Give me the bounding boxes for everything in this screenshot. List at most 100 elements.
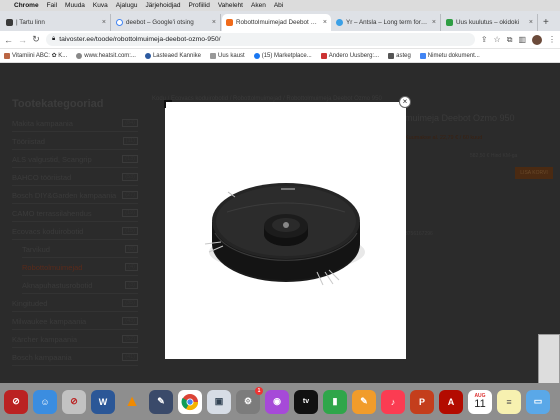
bookmark-item[interactable]: Nimetu dokument... xyxy=(419,52,480,59)
bookmark-favicon xyxy=(320,52,327,59)
menubar-item-profiles[interactable]: Profiilid xyxy=(189,2,210,9)
forward-icon[interactable]: → xyxy=(18,35,27,45)
category-label: Bosch kampaania xyxy=(12,352,72,362)
url-text: taivoster.ee/toode/robottolmuimeja-deebo… xyxy=(59,36,221,43)
category-item[interactable]: Milwaukee kampaania (43) xyxy=(12,313,138,330)
bookmark-item[interactable]: Andero Uusberg:... xyxy=(320,52,379,59)
podcasts-icon[interactable]: ◉ xyxy=(265,389,289,414)
tab-title: Yr – Antsla – Long term forecast xyxy=(346,19,429,26)
category-item[interactable]: ALS valgustid, Scangrip (13) xyxy=(12,151,138,168)
bookmark-item[interactable]: www.heatsit.com:... xyxy=(76,52,136,59)
vlc-icon[interactable]: ▲ xyxy=(120,390,144,414)
add-to-cart-button[interactable]: LISA KORVI xyxy=(515,167,553,179)
category-item[interactable]: Tarvikud (8) xyxy=(22,241,138,258)
menu-dots-icon[interactable]: ⋮ xyxy=(548,35,556,44)
menubar-item-window[interactable]: Aken xyxy=(251,2,266,9)
category-count: (15) xyxy=(122,227,138,235)
category-label: Tööriistad xyxy=(12,136,45,146)
back-icon[interactable]: ← xyxy=(4,35,13,45)
share-icon[interactable]: ⇪ xyxy=(481,35,488,44)
category-label: BAHCO tööriistad xyxy=(12,172,72,182)
installment-text: Kuumakse al. 22,79 € / 60 kuud xyxy=(405,135,483,141)
tab-robottolmuimejad[interactable]: Robottolmuimejad Deebot Ozmo 950 × xyxy=(222,14,331,31)
tab-google-search[interactable]: deebot – Google'i otsing × xyxy=(112,14,221,31)
bookmark-star-icon[interactable]: ☆ xyxy=(494,35,501,44)
category-count: (43) xyxy=(122,317,138,325)
category-count: (27) xyxy=(122,191,138,199)
category-item[interactable]: Kärcher kampaania (52) xyxy=(12,331,138,348)
category-item[interactable]: Aknapuhastusrobotid (3) xyxy=(22,277,138,294)
numbers-icon[interactable]: ▮ xyxy=(323,389,347,414)
menubar-item-help[interactable]: Abi xyxy=(274,2,283,9)
category-label: Ecovacs koduirobotid xyxy=(12,226,84,236)
profile-avatar[interactable] xyxy=(532,34,542,45)
bookmark-item[interactable]: asteg xyxy=(388,52,411,59)
side-panel-icon[interactable]: ▥ xyxy=(518,35,526,44)
bookmark-item[interactable]: Vitamiini ABC: ✿ K... xyxy=(4,52,67,59)
category-item[interactable]: Kingituded (35) xyxy=(12,295,138,312)
category-label: Bosch DIY&Garden kampaania xyxy=(12,190,117,200)
bookmark-label: Uus kaust xyxy=(218,52,245,59)
preview-icon[interactable]: ▣ xyxy=(207,389,231,414)
trash-icon[interactable]: 🗑︎ xyxy=(555,390,560,414)
menubar-app-name[interactable]: Chrome xyxy=(14,2,39,9)
finder-icon[interactable]: ☺ xyxy=(33,389,57,414)
tab-close-icon[interactable]: × xyxy=(102,19,106,26)
bookmark-label: www.heatsit.com:... xyxy=(84,52,136,59)
bookmark-item[interactable]: (15) Marketplace... xyxy=(253,52,312,59)
mac-menubar: Chrome Fail Muuda Kuva Ajalugu Järjehoid… xyxy=(0,0,560,11)
tab-yr-forecast[interactable]: Yr – Antsla – Long term forecast × xyxy=(332,14,441,31)
music-icon[interactable]: ♪ xyxy=(381,389,405,414)
utility-icon[interactable]: ✎ xyxy=(149,389,173,414)
pages-icon[interactable]: ✎ xyxy=(352,389,376,414)
tab-close-icon[interactable]: × xyxy=(323,19,327,26)
extensions-icon[interactable]: ⧉ xyxy=(507,35,513,45)
menubar-item-view[interactable]: Kuva xyxy=(93,2,108,9)
category-count: (11) xyxy=(122,137,138,145)
menubar-item-bookmarks[interactable]: Järjehoidjad xyxy=(145,2,180,9)
category-label: Tarvikud xyxy=(22,244,50,254)
loading-corner-indicator xyxy=(164,100,172,108)
tab-okidoki[interactable]: Uus kuulutus – okidoki × xyxy=(442,14,538,31)
folder-icon[interactable]: ▭ xyxy=(526,389,550,414)
bookmark-label: (15) Marketplace... xyxy=(261,52,312,59)
category-label: ALS valgustid, Scangrip xyxy=(12,154,92,164)
menubar-item-file[interactable]: Fail xyxy=(47,2,57,9)
category-item[interactable]: Bosch DIY&Garden kampaania (27) xyxy=(12,187,138,204)
word-icon[interactable]: W xyxy=(91,389,115,414)
bookmarks-bar: Vitamiini ABC: ✿ K... www.heatsit.com:..… xyxy=(0,49,560,63)
tab-tartu-linn[interactable]: | Tartu linn × xyxy=(2,14,111,31)
apple-tv-icon[interactable]: tv xyxy=(294,389,318,414)
category-item[interactable]: CAMO terrassilahendus (19) xyxy=(12,205,138,222)
prohibited-icon[interactable]: ⊘ xyxy=(62,389,86,414)
bookmark-item[interactable]: Lasteaed Kannike xyxy=(144,52,201,59)
menubar-item-edit[interactable]: Muuda xyxy=(65,2,85,9)
url-bar[interactable]: 🔒︎ taivoster.ee/toode/robottolmuimeja-de… xyxy=(46,33,475,46)
reload-icon[interactable]: ↻ xyxy=(32,34,40,45)
notes-icon[interactable]: ≡ xyxy=(497,389,521,414)
prohibited-icon[interactable]: ⊘ xyxy=(4,389,28,414)
tab-close-icon[interactable]: × xyxy=(529,19,533,26)
category-item[interactable]: Robottolmuimejad (4) xyxy=(22,259,138,276)
menubar-item-tab[interactable]: Vaheleht xyxy=(218,2,243,9)
category-item[interactable]: Ecovacs koduirobotid (15) xyxy=(12,223,138,240)
category-item[interactable]: Tööriistad (11) xyxy=(12,133,138,150)
category-label: CAMO terrassilahendus xyxy=(12,208,92,218)
powerpoint-icon[interactable]: P xyxy=(410,389,434,414)
menubar-item-history[interactable]: Ajalugu xyxy=(116,2,138,9)
corner-thumbnail[interactable] xyxy=(538,334,560,384)
acrobat-icon[interactable]: A xyxy=(439,389,463,414)
category-item[interactable]: Bosch kampaania (41) xyxy=(12,349,138,366)
category-count: (35) xyxy=(122,299,138,307)
chrome-icon[interactable] xyxy=(178,389,202,414)
new-tab-button[interactable]: + xyxy=(539,17,553,31)
category-item[interactable]: BAHCO tööriistad (53) xyxy=(12,169,138,186)
calendar-icon[interactable]: AUG 11 xyxy=(468,389,492,414)
close-icon[interactable]: × xyxy=(399,96,411,108)
tab-close-icon[interactable]: × xyxy=(212,19,216,26)
category-item[interactable]: Makita kampaania (84) xyxy=(12,115,138,132)
tab-close-icon[interactable]: × xyxy=(432,19,436,26)
calendar-day: 11 xyxy=(474,397,486,410)
system-settings-icon[interactable]: ⚙ 1 xyxy=(236,386,263,414)
bookmark-folder[interactable]: Uus kaust xyxy=(210,52,245,59)
